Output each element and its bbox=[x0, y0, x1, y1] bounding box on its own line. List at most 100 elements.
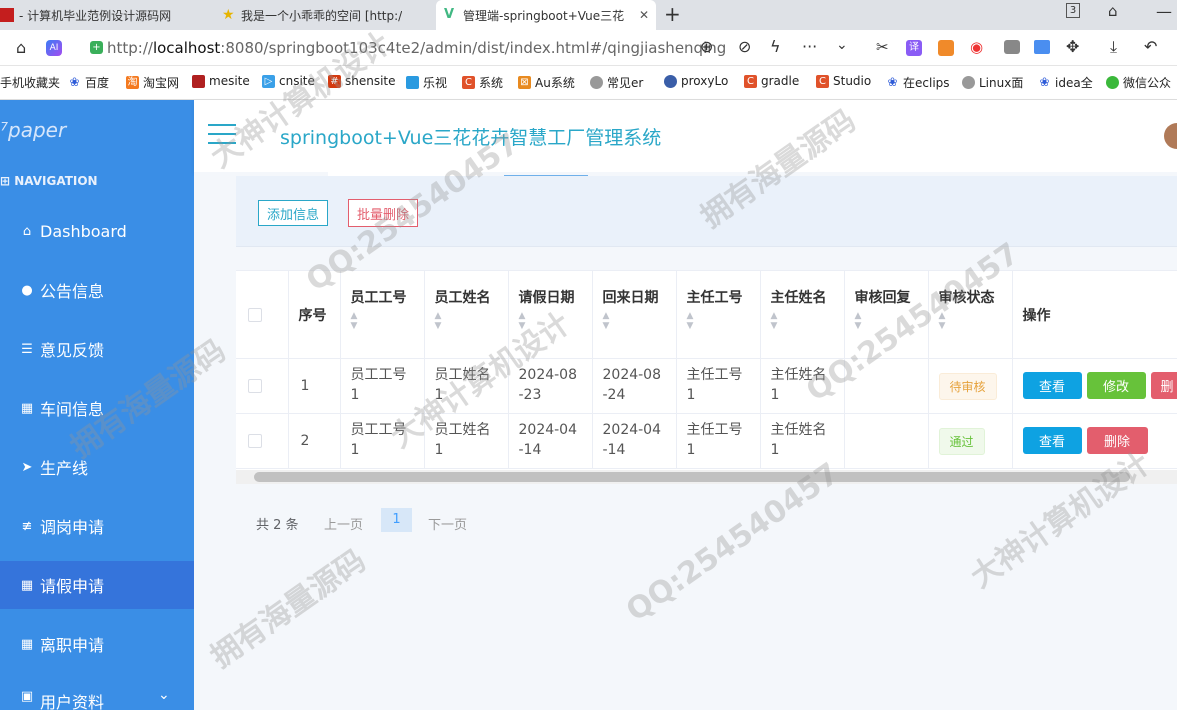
col-header-director-name[interactable]: 主任姓名 ▲ ▼ bbox=[760, 270, 845, 359]
bookmark-item[interactable]: 淘淘宝网 bbox=[126, 74, 179, 91]
row-checkbox[interactable] bbox=[248, 379, 262, 393]
col-header-reply[interactable]: 审核回复 ▲ ▼ bbox=[844, 270, 929, 359]
table-row: 2 员工工号1 员工姓名1 2024-04-14 2024-04-14 主任工号… bbox=[236, 413, 1177, 469]
bookmark-item[interactable]: 微信公众 bbox=[1106, 74, 1171, 91]
sidebar-item-dashboard[interactable]: ⌂ Dashboard bbox=[0, 207, 194, 255]
bookmark-icon: # bbox=[328, 74, 341, 88]
shirt-icon[interactable]: ⌂ bbox=[1108, 2, 1118, 20]
extension-gray-icon[interactable] bbox=[1004, 40, 1020, 54]
view-button[interactable]: 查看 bbox=[1022, 372, 1082, 399]
home-nav-icon[interactable]: ⌂ bbox=[16, 38, 26, 57]
bookmark-icon bbox=[192, 74, 205, 88]
pagination-page[interactable]: 1 bbox=[381, 508, 412, 532]
sort-icon[interactable]: ▲ ▼ bbox=[855, 311, 928, 331]
bookmark-item[interactable]: ❀ idea全 bbox=[1038, 74, 1092, 91]
sidebar-item-workshop[interactable]: ▦ 车间信息 bbox=[0, 384, 194, 432]
add-button[interactable]: 添加信息 bbox=[258, 200, 329, 226]
puzzle-icon[interactable]: ✥ bbox=[1066, 37, 1079, 56]
new-tab-icon[interactable]: + bbox=[664, 2, 681, 26]
cell-director-no: 主任工号1 bbox=[676, 358, 761, 414]
col-header-emp-no[interactable]: 员工工号 ▲ ▼ bbox=[340, 270, 425, 359]
cell-emp-no: 员工工号1 bbox=[340, 358, 425, 414]
bookmark-item[interactable]: ▷ cnsite bbox=[262, 74, 315, 88]
tab-counter[interactable]: 3 bbox=[1066, 3, 1080, 18]
sort-icon[interactable]: ▲ ▼ bbox=[939, 311, 1012, 331]
sort-icon[interactable]: ▲ ▼ bbox=[771, 311, 844, 331]
bookmark-item[interactable]: ❀ 在eclips bbox=[886, 74, 949, 91]
bookmark-item[interactable]: 乐视 bbox=[406, 74, 447, 91]
chevron-down-icon[interactable]: ⌄ bbox=[836, 37, 848, 53]
horizontal-scrollbar-thumb[interactable] bbox=[254, 472, 1130, 482]
sidebar-item-resign[interactable]: ▦ 离职申请 bbox=[0, 620, 194, 668]
paw-icon: ❀ bbox=[69, 75, 80, 89]
col-header-return-date[interactable]: 回来日期 ▲ ▼ bbox=[592, 270, 677, 359]
bookmark-item[interactable]: ❀ 百度 bbox=[68, 74, 109, 91]
lightning-icon[interactable]: ϟ bbox=[770, 37, 781, 56]
cell-status: 待审核 bbox=[928, 358, 1013, 414]
toolbar-panel: 添加信息 批量删除 bbox=[236, 176, 1177, 247]
avatar[interactable] bbox=[1164, 123, 1177, 149]
translate-icon[interactable]: 译 bbox=[906, 40, 922, 56]
minimize-icon[interactable]: — bbox=[1156, 2, 1172, 21]
select-all-checkbox[interactable] bbox=[248, 307, 262, 322]
bookmark-item[interactable]: C 系统 bbox=[462, 74, 503, 91]
browser-tab-1[interactable]: - 计算机毕业范例设计源码网 bbox=[0, 0, 212, 30]
bookmark-item[interactable]: Linux面 bbox=[962, 74, 1023, 91]
browser-tab-2[interactable]: ★ 我是一个小乖乖的空间 [http:/ bbox=[218, 0, 432, 30]
sort-icon[interactable]: ▲ ▼ bbox=[435, 311, 508, 331]
col-header-director-no[interactable]: 主任工号 ▲ ▼ bbox=[676, 270, 761, 359]
sort-icon[interactable]: ▲ ▼ bbox=[519, 311, 592, 331]
batch-delete-button[interactable]: 批量删除 bbox=[348, 199, 419, 227]
star-favicon-icon: ★ bbox=[222, 7, 235, 23]
compass-icon[interactable]: ⊘ bbox=[738, 37, 751, 56]
bookmark-item[interactable]: C Studio bbox=[816, 74, 871, 88]
url-field[interactable]: http://localhost:8080/springboot103c4te2… bbox=[107, 39, 726, 57]
bookmark-item[interactable]: 常见er bbox=[590, 74, 643, 91]
menu-toggle-icon[interactable] bbox=[208, 124, 236, 146]
address-bar-row: ⌂ AI + http://localhost:8080/springboot1… bbox=[0, 30, 1177, 66]
bookmark-item[interactable]: # shensite bbox=[328, 74, 396, 88]
edit-button[interactable]: 修改 bbox=[1086, 372, 1146, 399]
sort-icon[interactable]: ▲ ▼ bbox=[603, 311, 676, 331]
sidebar-item-leave[interactable]: ▦ 请假申请 bbox=[0, 561, 194, 609]
zoom-icon[interactable]: ⊕ bbox=[700, 37, 713, 56]
sidebar-item-notice[interactable]: ● 公告信息 bbox=[0, 266, 194, 314]
view-button[interactable]: 查看 bbox=[1022, 427, 1082, 454]
sidebar-item-production-line[interactable]: ➤ 生产线 bbox=[0, 443, 194, 491]
cell-director-no: 主任工号1 bbox=[676, 413, 761, 469]
weibo-icon[interactable]: ◉ bbox=[970, 38, 983, 56]
sidebar-item-user[interactable]: ▣ 用户资料 ⌄ bbox=[0, 679, 194, 710]
ai-icon[interactable]: AI bbox=[46, 40, 62, 56]
extension-orange-icon[interactable] bbox=[938, 40, 954, 56]
col-header-status[interactable]: 审核状态 ▲ ▼ bbox=[928, 270, 1013, 359]
mail-icon[interactable] bbox=[1034, 40, 1050, 54]
browser-tab-active[interactable]: V 管理端-springboot+Vue三花 ✕ bbox=[436, 0, 656, 30]
pagination-prev[interactable]: 上一页 bbox=[324, 514, 363, 533]
col-header-emp-name[interactable]: 员工姓名 ▲ ▼ bbox=[424, 270, 509, 359]
bookmark-item[interactable]: ⊠ Au系统 bbox=[518, 74, 575, 91]
sidebar-item-feedback[interactable]: ☰ 意见反馈 bbox=[0, 325, 194, 373]
row-checkbox[interactable] bbox=[248, 434, 262, 448]
bookmark-item[interactable]: 手机收藏夹 bbox=[0, 74, 60, 91]
col-header-leave-date[interactable]: 请假日期 ▲ ▼ bbox=[508, 270, 593, 359]
close-tab-icon[interactable]: ✕ bbox=[639, 8, 649, 22]
cell-actions: 查看 删除 bbox=[1012, 413, 1177, 469]
delete-button[interactable]: 删 bbox=[1150, 372, 1177, 399]
sort-icon[interactable]: ▲ ▼ bbox=[351, 311, 424, 331]
bookmark-item[interactable]: mesite bbox=[192, 74, 250, 88]
delete-button[interactable]: 删除 bbox=[1086, 427, 1148, 454]
cell-status: 通过 bbox=[928, 413, 1013, 469]
undo-icon[interactable]: ↶ bbox=[1144, 37, 1157, 56]
col-header-actions: 操作 bbox=[1012, 270, 1176, 359]
bulb-icon: ● bbox=[21, 282, 33, 298]
bookmark-item[interactable]: Cgradle bbox=[744, 74, 799, 88]
bookmark-item[interactable]: proxyLo bbox=[664, 74, 728, 88]
paw-icon: ❀ bbox=[887, 75, 898, 89]
scissors-icon[interactable]: ✂ bbox=[876, 38, 889, 56]
sort-icon[interactable]: ▲ ▼ bbox=[687, 311, 760, 331]
sidebar-item-transfer[interactable]: ≢ 调岗申请 bbox=[0, 502, 194, 550]
download-icon[interactable]: ⤓ bbox=[1110, 37, 1117, 57]
more-icon[interactable]: ··· bbox=[802, 37, 817, 56]
pagination-next[interactable]: 下一页 bbox=[428, 514, 467, 533]
c-icon: C bbox=[462, 76, 475, 89]
